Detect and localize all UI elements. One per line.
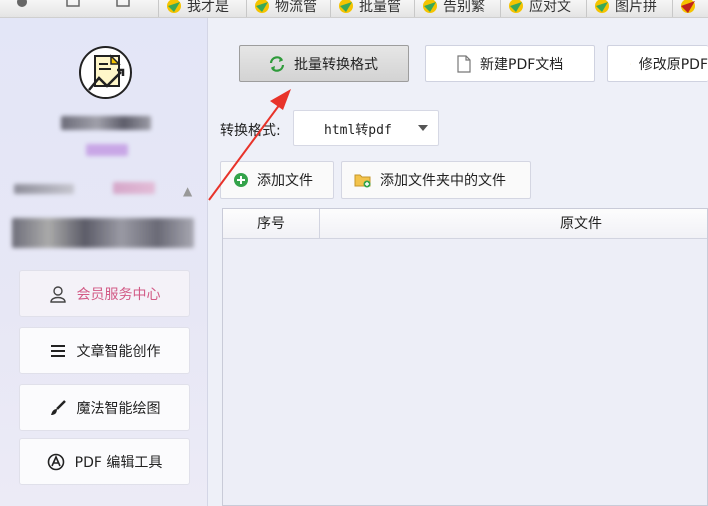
sidebar-item-pdf-tools[interactable]: PDF 编辑工具 [19,438,190,485]
tab-app-1[interactable]: 我才是 [158,0,235,17]
user-id-redacted [12,218,194,248]
sidebar-item-label: PDF 编辑工具 [74,454,163,471]
tab-label: 物流管 [275,0,317,15]
add-folder-button[interactable]: 添加文件夹中的文件 [341,161,531,199]
avatar-icon[interactable] [12,0,32,14]
batch-convert-label: 批量转换格式 [294,56,378,73]
file-table: 序号 原文件 [222,208,708,506]
user-stat2-redacted [113,182,155,194]
square-icon[interactable] [114,0,134,14]
app-logo [79,46,132,99]
tab-app-6[interactable]: 图片拼 [586,0,663,17]
pdf-tool-icon [47,453,64,470]
sidebar-item-vip-center[interactable]: 会员服务中心 [19,270,190,317]
new-pdf-label: 新建PDF文档 [480,56,564,73]
modify-pdf-label: 修改原PDF [638,56,708,73]
app-icon [595,0,609,13]
chevron-down-icon [418,125,428,131]
brush-icon [50,399,66,415]
folder-add-icon [354,174,371,188]
table-header: 序号 原文件 [223,209,707,239]
column-header-index[interactable]: 序号 [223,209,320,239]
pencil-icon [630,63,631,64]
tab-label: 批量管 [359,0,401,15]
user-icon [49,285,66,303]
app-icon [167,0,181,13]
column-header-source-file[interactable]: 原文件 [320,209,708,239]
user-level-redacted [86,144,128,156]
add-file-button[interactable]: 添加文件 [220,161,334,199]
table-body [223,239,707,506]
modify-pdf-button[interactable]: 修改原PDF [607,45,708,82]
format-select-value: html转pdf [324,122,392,138]
new-pdf-button[interactable]: 新建PDF文档 [425,45,595,82]
plus-circle-icon [234,173,248,187]
sidebar-item-label: 魔法智能绘图 [76,400,161,417]
tab-app-7[interactable] [672,0,703,17]
top-tab-strip: 我才是 物流管 批量管 告别繁 应对文 图片拼 [0,0,708,18]
tab-label: 图片拼 [615,0,657,15]
format-label: 转换格式: [220,123,281,139]
tab-app-5[interactable]: 应对文 [500,0,577,17]
batch-convert-button[interactable]: 批量转换格式 [239,45,409,82]
window-icon[interactable] [64,0,84,14]
format-select[interactable]: html转pdf [293,110,439,146]
tab-label: 告别繁 [443,0,485,15]
username-redacted [61,116,151,130]
app-icon [255,0,269,13]
refresh-icon [269,55,285,72]
add-folder-label: 添加文件夹中的文件 [380,173,506,189]
sidebar-item-article-creation[interactable]: 文章智能创作 [19,327,190,374]
add-file-label: 添加文件 [257,173,313,189]
tab-app-3[interactable]: 批量管 [330,0,407,17]
tab-label: 应对文 [529,0,571,15]
tab-app-2[interactable]: 物流管 [246,0,323,17]
chart-logo-icon [88,54,125,91]
sidebar: ▲ 会员服务中心 文章智能创作 魔法智能绘图 PDF 编辑工具 [0,18,208,506]
app-icon [509,0,523,13]
main-panel: 批量转换格式 新建PDF文档 修改原PDF 转换格式: html转pdf 添加文… [211,18,708,506]
tab-label: 我才是 [187,0,229,15]
column-header-label: 原文件 [560,216,602,232]
app-icon [339,0,353,13]
column-header-label: 序号 [257,216,285,232]
app-icon [423,0,437,13]
menu-lines-icon [50,344,65,357]
sidebar-item-label: 文章智能创作 [76,343,161,360]
collapse-icon[interactable]: ▲ [183,184,192,198]
sidebar-item-magic-drawing[interactable]: 魔法智能绘图 [19,384,190,431]
document-icon [457,54,471,73]
tab-app-4[interactable]: 告别繁 [414,0,491,17]
user-stat-redacted [14,184,74,194]
app-icon [681,0,695,13]
sidebar-item-label: 会员服务中心 [76,286,161,303]
